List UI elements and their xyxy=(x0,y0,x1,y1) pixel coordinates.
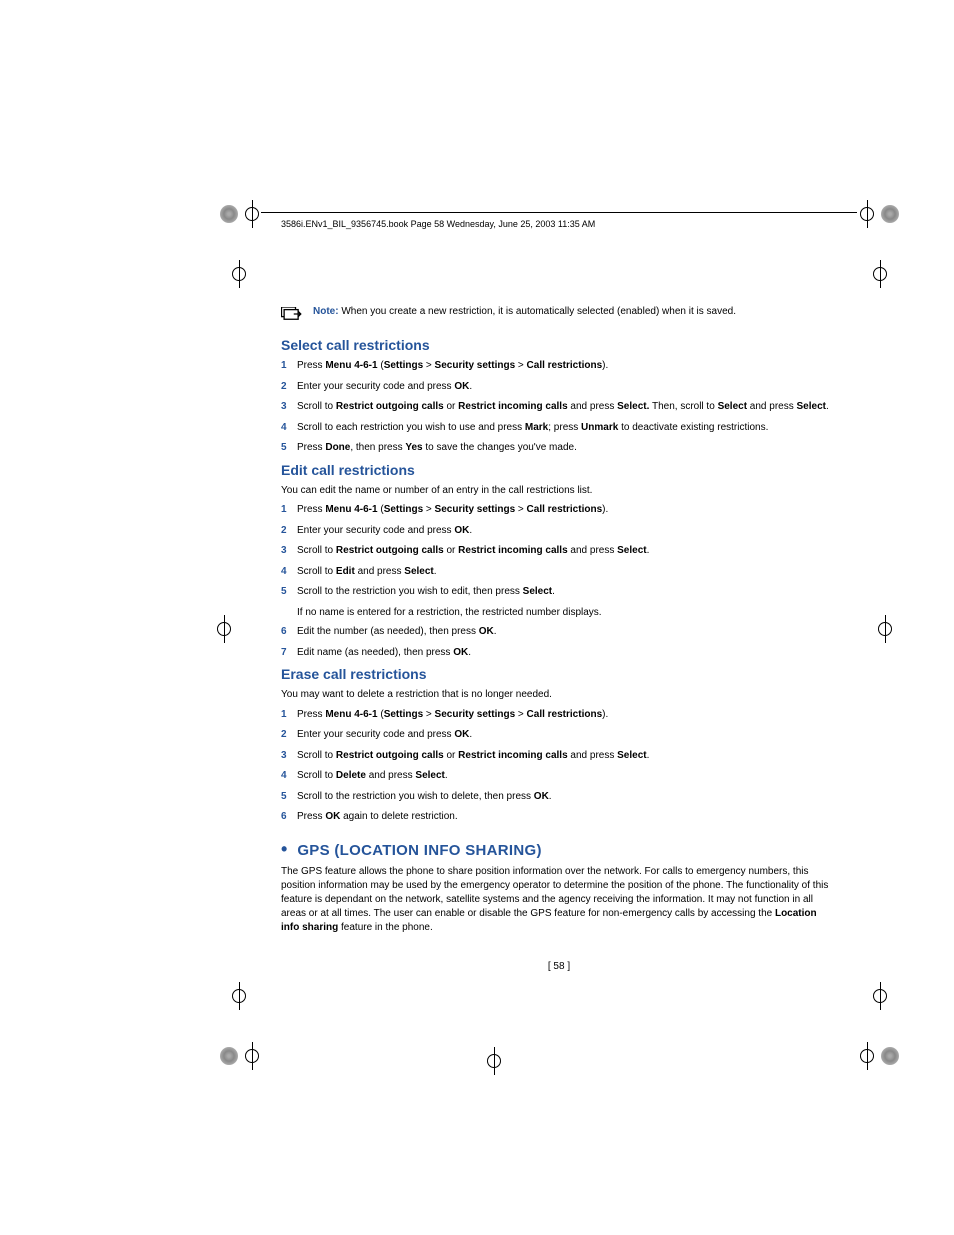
step-item: 3Scroll to Restrict outgoing calls or Re… xyxy=(281,400,837,414)
step-item: 1Press Menu 4-6-1 (Settings > Security s… xyxy=(281,503,837,517)
crop-mark-side-br xyxy=(866,982,894,1010)
step-item: 5Press Done, then press Yes to save the … xyxy=(281,441,837,455)
page-content: Note: When you create a new restriction,… xyxy=(261,229,857,972)
step-item: 6Press OK again to delete restriction. xyxy=(281,810,837,824)
step-number: 3 xyxy=(281,400,287,414)
step-item: 2Enter your security code and press OK. xyxy=(281,728,837,742)
step-number: 3 xyxy=(281,544,287,558)
bullet-icon: • xyxy=(281,840,287,858)
heading-erase-call-restrictions: Erase call restrictions xyxy=(281,666,837,682)
step-number: 4 xyxy=(281,421,287,435)
step-item: 3Scroll to Restrict outgoing calls or Re… xyxy=(281,544,837,558)
erase-steps: 1Press Menu 4-6-1 (Settings > Security s… xyxy=(281,708,837,824)
edit-intro: You can edit the name or number of an en… xyxy=(281,484,837,498)
step-number: 2 xyxy=(281,380,287,394)
step-number: 5 xyxy=(281,790,287,804)
step-number: 2 xyxy=(281,524,287,538)
step-number: 6 xyxy=(281,810,287,824)
step-item: 7Edit name (as needed), then press OK. xyxy=(281,646,837,660)
page-header: 3586i.ENv1_BIL_9356745.book Page 58 Wedn… xyxy=(261,213,857,229)
crop-mark-side-tl xyxy=(225,260,253,288)
step-number: 4 xyxy=(281,769,287,783)
note-text: Note: When you create a new restriction,… xyxy=(313,305,736,319)
crop-mark-bottom-right xyxy=(853,1042,899,1070)
crop-mark-bottom-left xyxy=(220,1042,266,1070)
heading-gps: • GPS (LOCATION INFO SHARING) xyxy=(281,840,837,859)
crop-mark-top-right xyxy=(853,200,899,228)
step-number: 3 xyxy=(281,749,287,763)
step-item: 2Enter your security code and press OK. xyxy=(281,380,837,394)
note-label: Note: xyxy=(313,306,339,317)
step-number: 5 xyxy=(281,585,287,599)
gps-body: The GPS feature allows the phone to shar… xyxy=(281,865,837,935)
step-number: 4 xyxy=(281,565,287,579)
crop-mark-side-tr xyxy=(866,260,894,288)
erase-intro: You may want to delete a restriction tha… xyxy=(281,688,837,702)
step-item: 4Scroll to Delete and press Select. xyxy=(281,769,837,783)
step-item: 5Scroll to the restriction you wish to e… xyxy=(281,585,837,599)
step-item: 3Scroll to Restrict outgoing calls or Re… xyxy=(281,749,837,763)
crop-mark-top-left xyxy=(220,200,266,228)
page-number: [ 58 ] xyxy=(281,961,837,972)
crop-mark-bottom-center xyxy=(480,1047,508,1075)
heading-edit-call-restrictions: Edit call restrictions xyxy=(281,462,837,478)
note-block: Note: When you create a new restriction,… xyxy=(281,305,837,321)
heading-select-call-restrictions: Select call restrictions xyxy=(281,337,837,353)
crop-mark-mid-right xyxy=(871,615,899,643)
step-item: 4Scroll to Edit and press Select. xyxy=(281,565,837,579)
step-subtext: If no name is entered for a restriction,… xyxy=(297,606,837,620)
step-number: 1 xyxy=(281,708,287,722)
step-item: 2Enter your security code and press OK. xyxy=(281,524,837,538)
note-icon xyxy=(281,307,303,321)
step-item: 6Edit the number (as needed), then press… xyxy=(281,625,837,639)
step-item: 5Scroll to the restriction you wish to d… xyxy=(281,790,837,804)
crop-mark-mid-left xyxy=(210,615,238,643)
step-number: 7 xyxy=(281,646,287,660)
step-number: 5 xyxy=(281,441,287,455)
edit-steps: 1Press Menu 4-6-1 (Settings > Security s… xyxy=(281,503,837,659)
step-number: 1 xyxy=(281,503,287,517)
select-steps: 1Press Menu 4-6-1 (Settings > Security s… xyxy=(281,359,837,455)
step-item: 4Scroll to each restriction you wish to … xyxy=(281,421,837,435)
step-item: 1Press Menu 4-6-1 (Settings > Security s… xyxy=(281,359,837,373)
step-item: 1Press Menu 4-6-1 (Settings > Security s… xyxy=(281,708,837,722)
step-number: 2 xyxy=(281,728,287,742)
crop-mark-side-bl xyxy=(225,982,253,1010)
step-number: 6 xyxy=(281,625,287,639)
step-number: 1 xyxy=(281,359,287,373)
page-frame: 3586i.ENv1_BIL_9356745.book Page 58 Wedn… xyxy=(261,212,857,1032)
gps-title: GPS (LOCATION INFO SHARING) xyxy=(297,842,541,859)
